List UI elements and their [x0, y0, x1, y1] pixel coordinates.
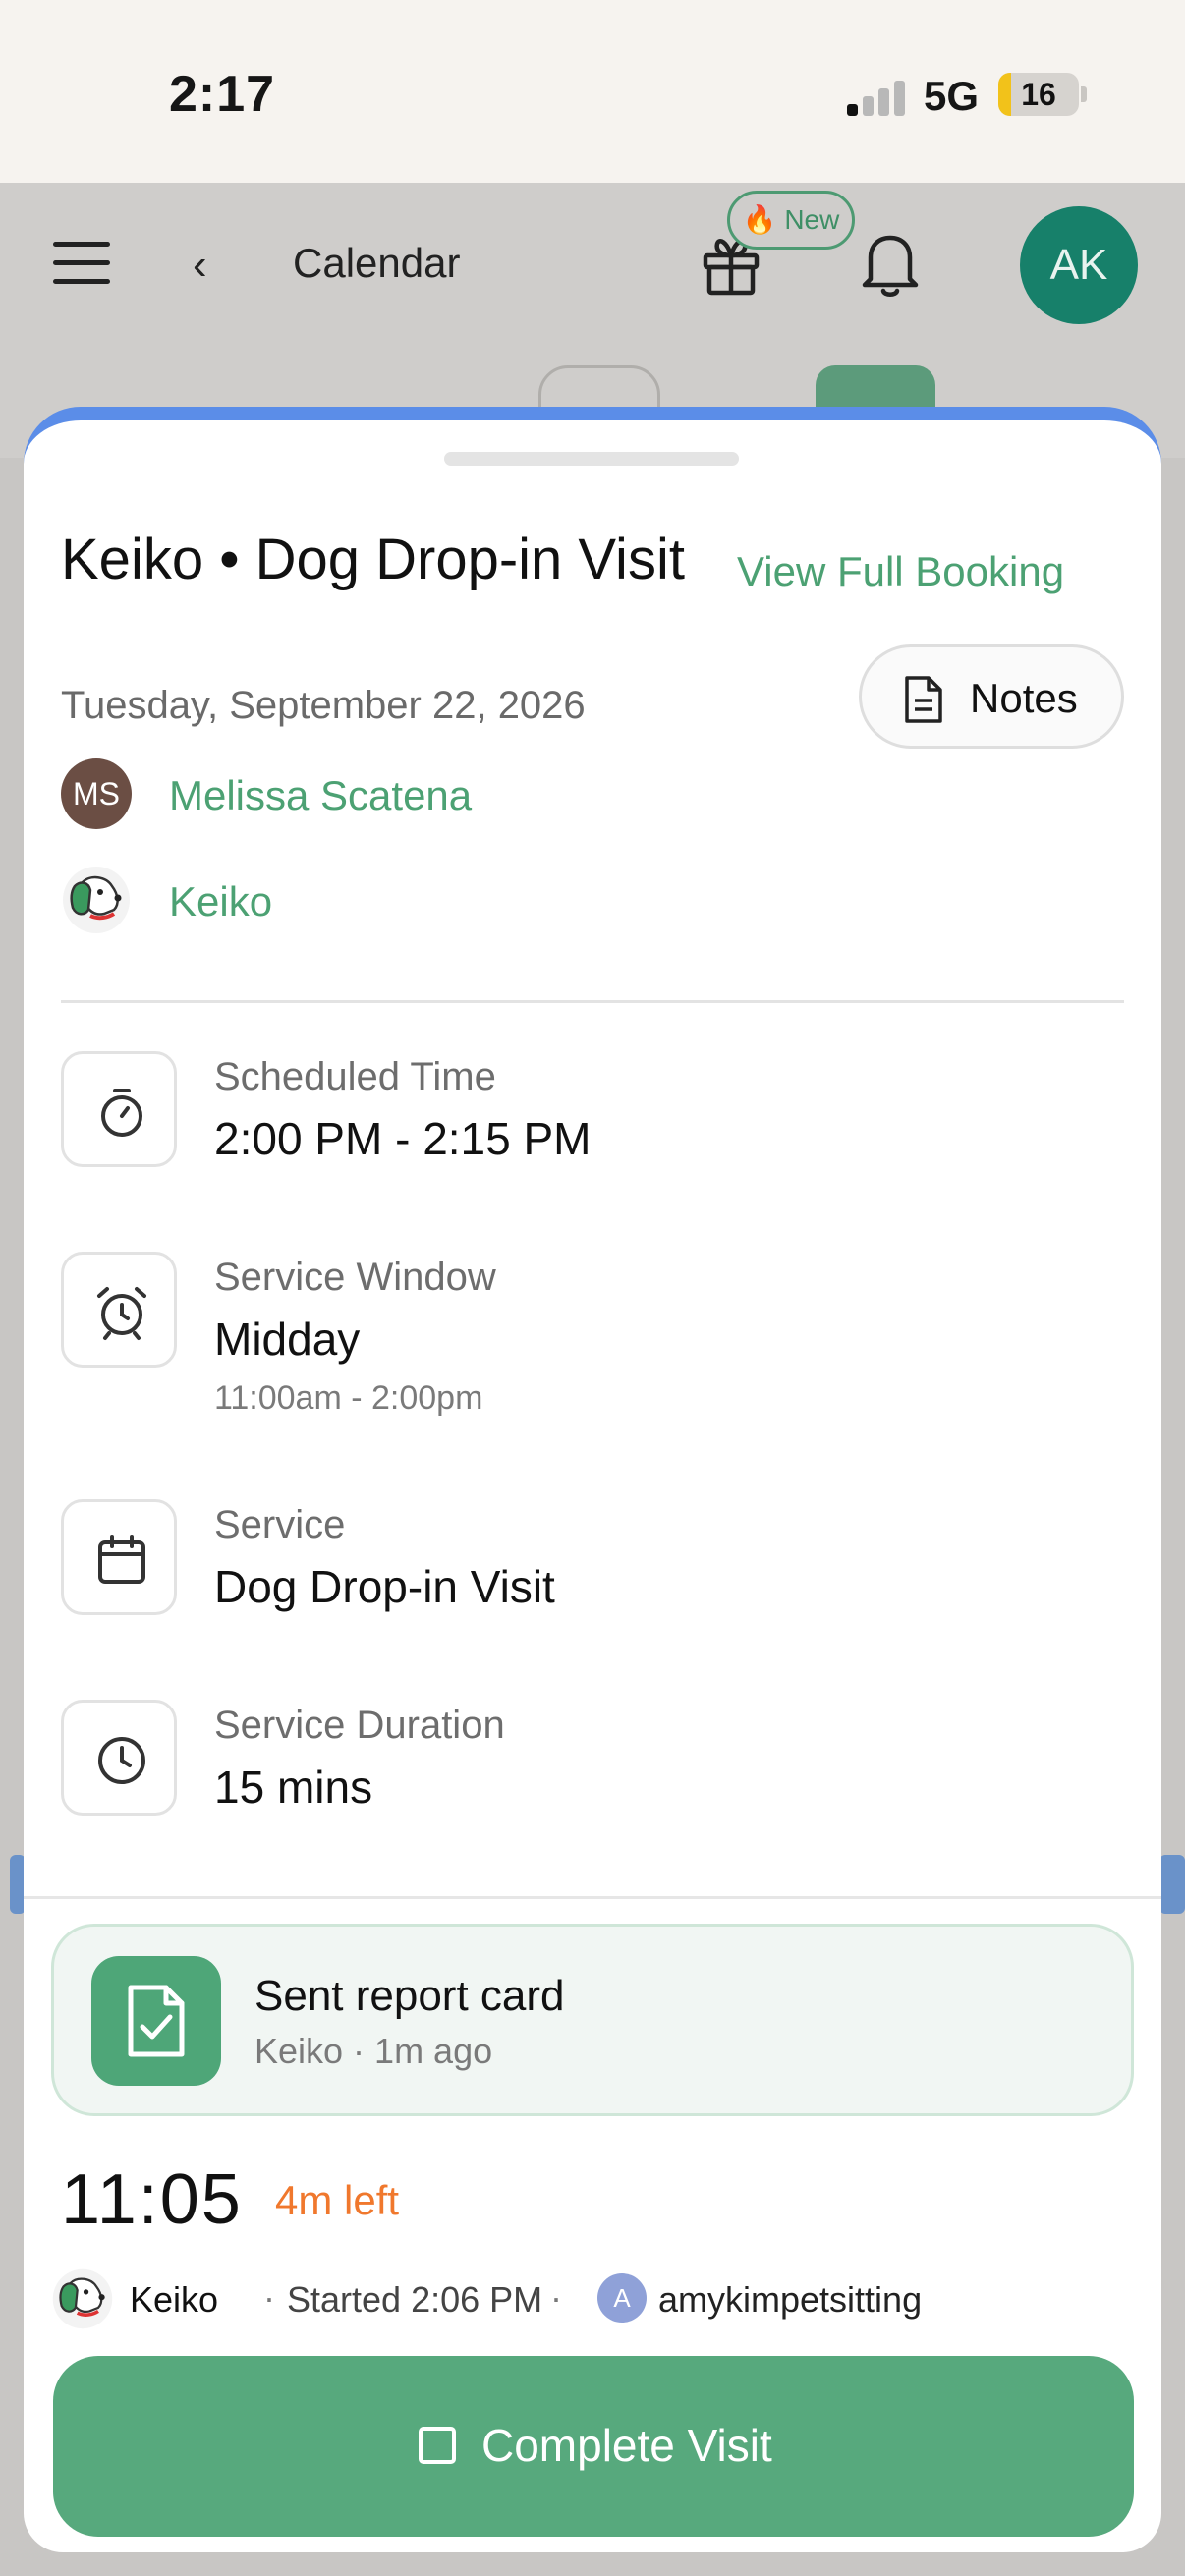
hamburger-menu-icon[interactable]: [53, 242, 110, 285]
info-icon-box: [61, 1700, 177, 1816]
pet-name[interactable]: Keiko: [169, 878, 272, 925]
report-card-banner[interactable]: Sent report card Keiko · 1m ago: [51, 1924, 1134, 2116]
user-avatar[interactable]: AK: [1020, 206, 1138, 324]
report-check-icon: [128, 1985, 185, 2057]
complete-visit-button[interactable]: Complete Visit: [53, 2356, 1134, 2537]
report-icon-box: [91, 1956, 221, 2086]
signal-icon: [847, 79, 906, 116]
info-icon-box: [61, 1499, 177, 1615]
visit-started-time: Started 2:06 PM: [287, 2279, 543, 2320]
service-value: Dog Drop-in Visit: [214, 1561, 555, 1612]
booking-title: Keiko • Dog Drop-in Visit: [61, 528, 685, 591]
service-window-hours: 11:00am - 2:00pm: [214, 1379, 483, 1417]
service-duration-value: 15 mins: [214, 1762, 373, 1813]
checkbox-icon: [419, 2427, 456, 2464]
client-name[interactable]: Melissa Scatena: [169, 772, 472, 819]
calendar-event-backdrop: [1159, 1855, 1185, 1914]
page-title: Calendar: [293, 240, 461, 286]
battery-icon: 16: [998, 73, 1079, 116]
notes-label: Notes: [970, 675, 1078, 721]
status-time: 2:17: [169, 66, 276, 123]
service-label: Service: [214, 1503, 346, 1546]
notification-bell-icon[interactable]: [857, 226, 924, 301]
sitter-username: amykimpetsitting: [658, 2279, 923, 2320]
complete-visit-label: Complete Visit: [481, 2420, 772, 2471]
app-header: [0, 183, 1185, 350]
visit-pet-name: Keiko: [130, 2279, 219, 2320]
visit-timer: 11:05: [61, 2160, 243, 2239]
report-card-title: Sent report card: [254, 1972, 565, 2020]
calendar-icon: [98, 1535, 145, 1584]
client-avatar: MS: [61, 758, 132, 829]
sheet-drag-handle[interactable]: [444, 452, 739, 466]
scheduled-time-value: 2:00 PM - 2:15 PM: [214, 1113, 592, 1164]
battery-tip: [1081, 86, 1087, 102]
dog-avatar-icon: [52, 2268, 113, 2329]
notes-button[interactable]: Notes: [859, 644, 1124, 749]
view-full-booking-link[interactable]: View Full Booking: [737, 548, 1064, 595]
sitter-avatar: A: [597, 2273, 647, 2323]
status-bar: 2:17 5G 16: [0, 0, 1185, 183]
back-chevron-icon[interactable]: ‹: [193, 244, 224, 287]
separator-dot: ·: [550, 2277, 562, 2318]
service-duration-label: Service Duration: [214, 1704, 505, 1747]
battery-level: 16: [1021, 77, 1056, 112]
new-badge[interactable]: 🔥 New: [727, 191, 855, 250]
network-type: 5G: [924, 73, 980, 119]
stopwatch-icon: [101, 1089, 142, 1137]
booking-detail-sheet: Keiko • Dog Drop-in Visit View Full Book…: [24, 407, 1161, 2552]
info-icon-box: [61, 1051, 177, 1167]
scheduled-time-label: Scheduled Time: [214, 1055, 496, 1098]
clock-icon: [98, 1737, 145, 1784]
separator-dot: ·: [263, 2277, 275, 2318]
info-icon-box: [61, 1252, 177, 1368]
visit-info-row: Keiko · Started 2:06 PM · A amykimpetsit…: [51, 2268, 1132, 2330]
report-card-subtitle: Keiko · 1m ago: [254, 2031, 493, 2071]
dog-avatar-icon: [63, 867, 130, 933]
booking-date: Tuesday, September 22, 2026: [61, 684, 586, 727]
time-left: 4m left: [275, 2177, 400, 2223]
document-icon: [905, 676, 942, 723]
service-window-label: Service Window: [214, 1256, 496, 1299]
alarm-clock-icon: [97, 1287, 146, 1340]
divider: [24, 1896, 1161, 1899]
service-window-value: Midday: [214, 1314, 361, 1365]
divider: [61, 1000, 1124, 1003]
